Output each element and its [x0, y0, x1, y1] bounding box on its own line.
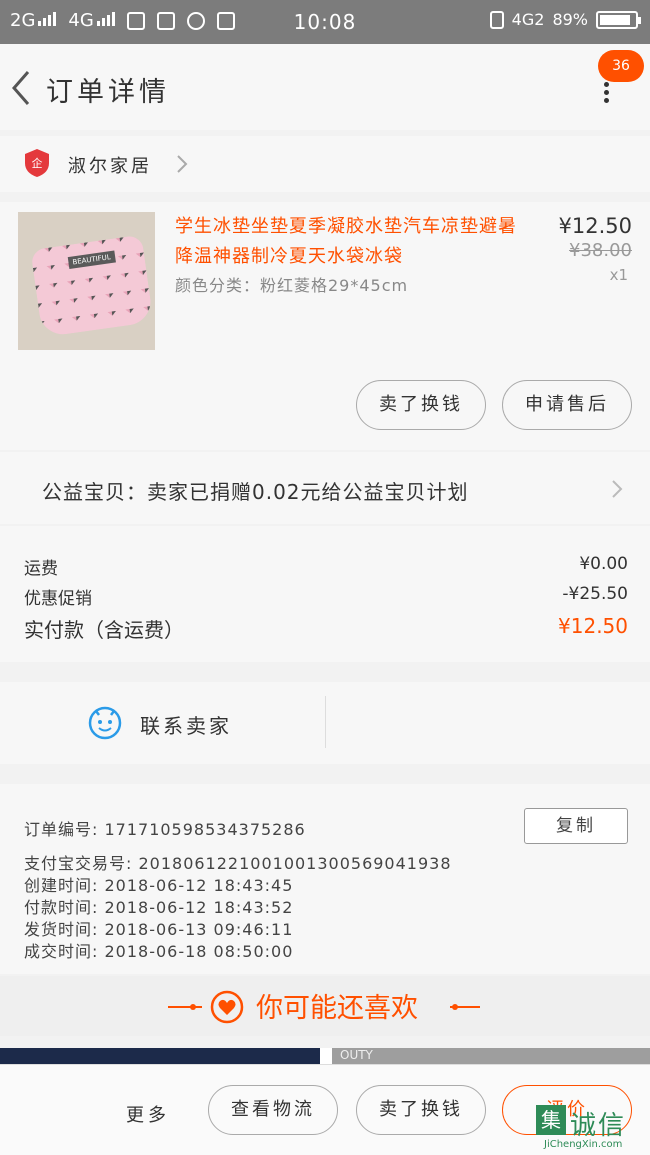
recommend-item[interactable] [0, 1048, 320, 1064]
recommend-list: OUTY [0, 1048, 650, 1064]
order-info: 订单编号: 171710598534375286 复制 支付宝交易号: 2018… [0, 784, 650, 974]
contact-seller-button[interactable]: 联系卖家 [140, 710, 232, 739]
heart-icon [210, 990, 244, 1024]
chevron-right-icon [612, 480, 623, 498]
divider [325, 696, 326, 748]
chevron-right-icon [177, 155, 188, 173]
shop-shield-icon: 企 [25, 149, 49, 177]
watermark-name: 诚信 [570, 1111, 627, 1141]
sell-again-button[interactable]: 卖了换钱 [356, 380, 486, 430]
charity-text: 公益宝贝：卖家已捐赠0.02元给公益宝贝计划 [42, 480, 469, 504]
sell-button[interactable]: 卖了换钱 [356, 1085, 486, 1135]
paid-time: 付款时间: 2018-06-12 18:43:52 [24, 898, 294, 917]
bottom-action-bar: 更多 查看物流 卖了换钱 评价 集 诚信 JiChengXin.com [0, 1064, 650, 1155]
more-button[interactable]: 更多 [126, 1101, 170, 1127]
network-indicator: 4G2 [511, 10, 545, 29]
contact-seller-row: 联系卖家 [0, 682, 650, 764]
discount-label: 优惠促销 [24, 589, 92, 609]
view-logistics-button[interactable]: 查看物流 [208, 1085, 338, 1135]
alipay-trade-number: 支付宝交易号: 2018061221001001300569041938 [24, 854, 452, 873]
order-number: 订单编号: 171710598534375286 [24, 820, 306, 839]
watermark-logo: 集 [536, 1105, 566, 1135]
product-title[interactable]: 学生冰垫坐垫夏季凝胶水垫汽车凉垫避暑降温神器制冷夏天水袋冰袋 [175, 212, 525, 272]
paid-row: 实付款（含运费） ¥12.50 [24, 614, 628, 643]
shipping-row: 运费 ¥0.00 [24, 554, 628, 579]
watermark-url: JiChengXin.com [544, 1139, 623, 1150]
created-time: 创建时间: 2018-06-12 18:43:45 [24, 876, 294, 895]
product-price: ¥12.50 [558, 214, 632, 238]
battery-fill [600, 14, 631, 25]
divider-right [450, 1006, 480, 1008]
vibrate-icon [489, 10, 504, 29]
page-title: 订单详情 [46, 77, 170, 108]
paid-label: 实付款（含运费） [24, 618, 184, 642]
recommend-title: 你可能还喜欢 [256, 993, 418, 1024]
discount-value: -¥25.50 [562, 584, 628, 604]
shipped-time: 发货时间: 2018-06-13 09:46:11 [24, 920, 294, 939]
shop-row[interactable]: 企 淑尔家居 [0, 136, 650, 192]
divider-left [168, 1006, 202, 1008]
shop-name: 淑尔家居 [68, 156, 152, 177]
shipping-label: 运费 [24, 559, 58, 579]
dot-left [190, 1004, 196, 1010]
copy-button[interactable]: 复制 [524, 808, 628, 844]
recommend-header: 你可能还喜欢 [0, 976, 650, 1036]
pillow-image: BEAUTIFUL [30, 234, 154, 338]
watermark: 集 诚信 JiChengXin.com [534, 1105, 650, 1155]
status-bar: 2G 4G 10:08 4G2 89% [0, 0, 650, 44]
recommend-item[interactable]: OUTY [332, 1048, 650, 1064]
more-menu-icon[interactable] [600, 82, 612, 104]
charity-row[interactable]: 公益宝贝：卖家已捐赠0.02元给公益宝贝计划 [0, 452, 650, 524]
after-sale-button[interactable]: 申请售后 [502, 380, 632, 430]
notification-badge[interactable]: 36 [598, 50, 644, 82]
svg-text:企: 企 [32, 156, 43, 170]
battery-icon [596, 10, 641, 29]
product-quantity: x1 [609, 266, 628, 284]
completed-time: 成交时间: 2018-06-18 08:50:00 [24, 942, 294, 961]
product-spec: 颜色分类：粉红菱格29*45cm [175, 276, 409, 295]
chat-face-icon[interactable] [88, 706, 122, 740]
nav-bar: 订单详情 [0, 44, 650, 130]
back-arrow-icon[interactable] [8, 68, 38, 108]
paid-value: ¥12.50 [558, 614, 628, 638]
product-image[interactable]: BEAUTIFUL [18, 212, 155, 350]
battery-percent: 89% [552, 10, 588, 29]
product-card: BEAUTIFUL 学生冰垫坐垫夏季凝胶水垫汽车凉垫避暑降温神器制冷夏天水袋冰袋… [0, 202, 650, 450]
fee-summary: 运费 ¥0.00 优惠促销 -¥25.50 实付款（含运费） ¥12.50 [0, 526, 650, 662]
product-original-price: ¥38.00 [569, 240, 632, 261]
discount-row: 优惠促销 -¥25.50 [24, 584, 628, 609]
shipping-value: ¥0.00 [579, 554, 628, 574]
